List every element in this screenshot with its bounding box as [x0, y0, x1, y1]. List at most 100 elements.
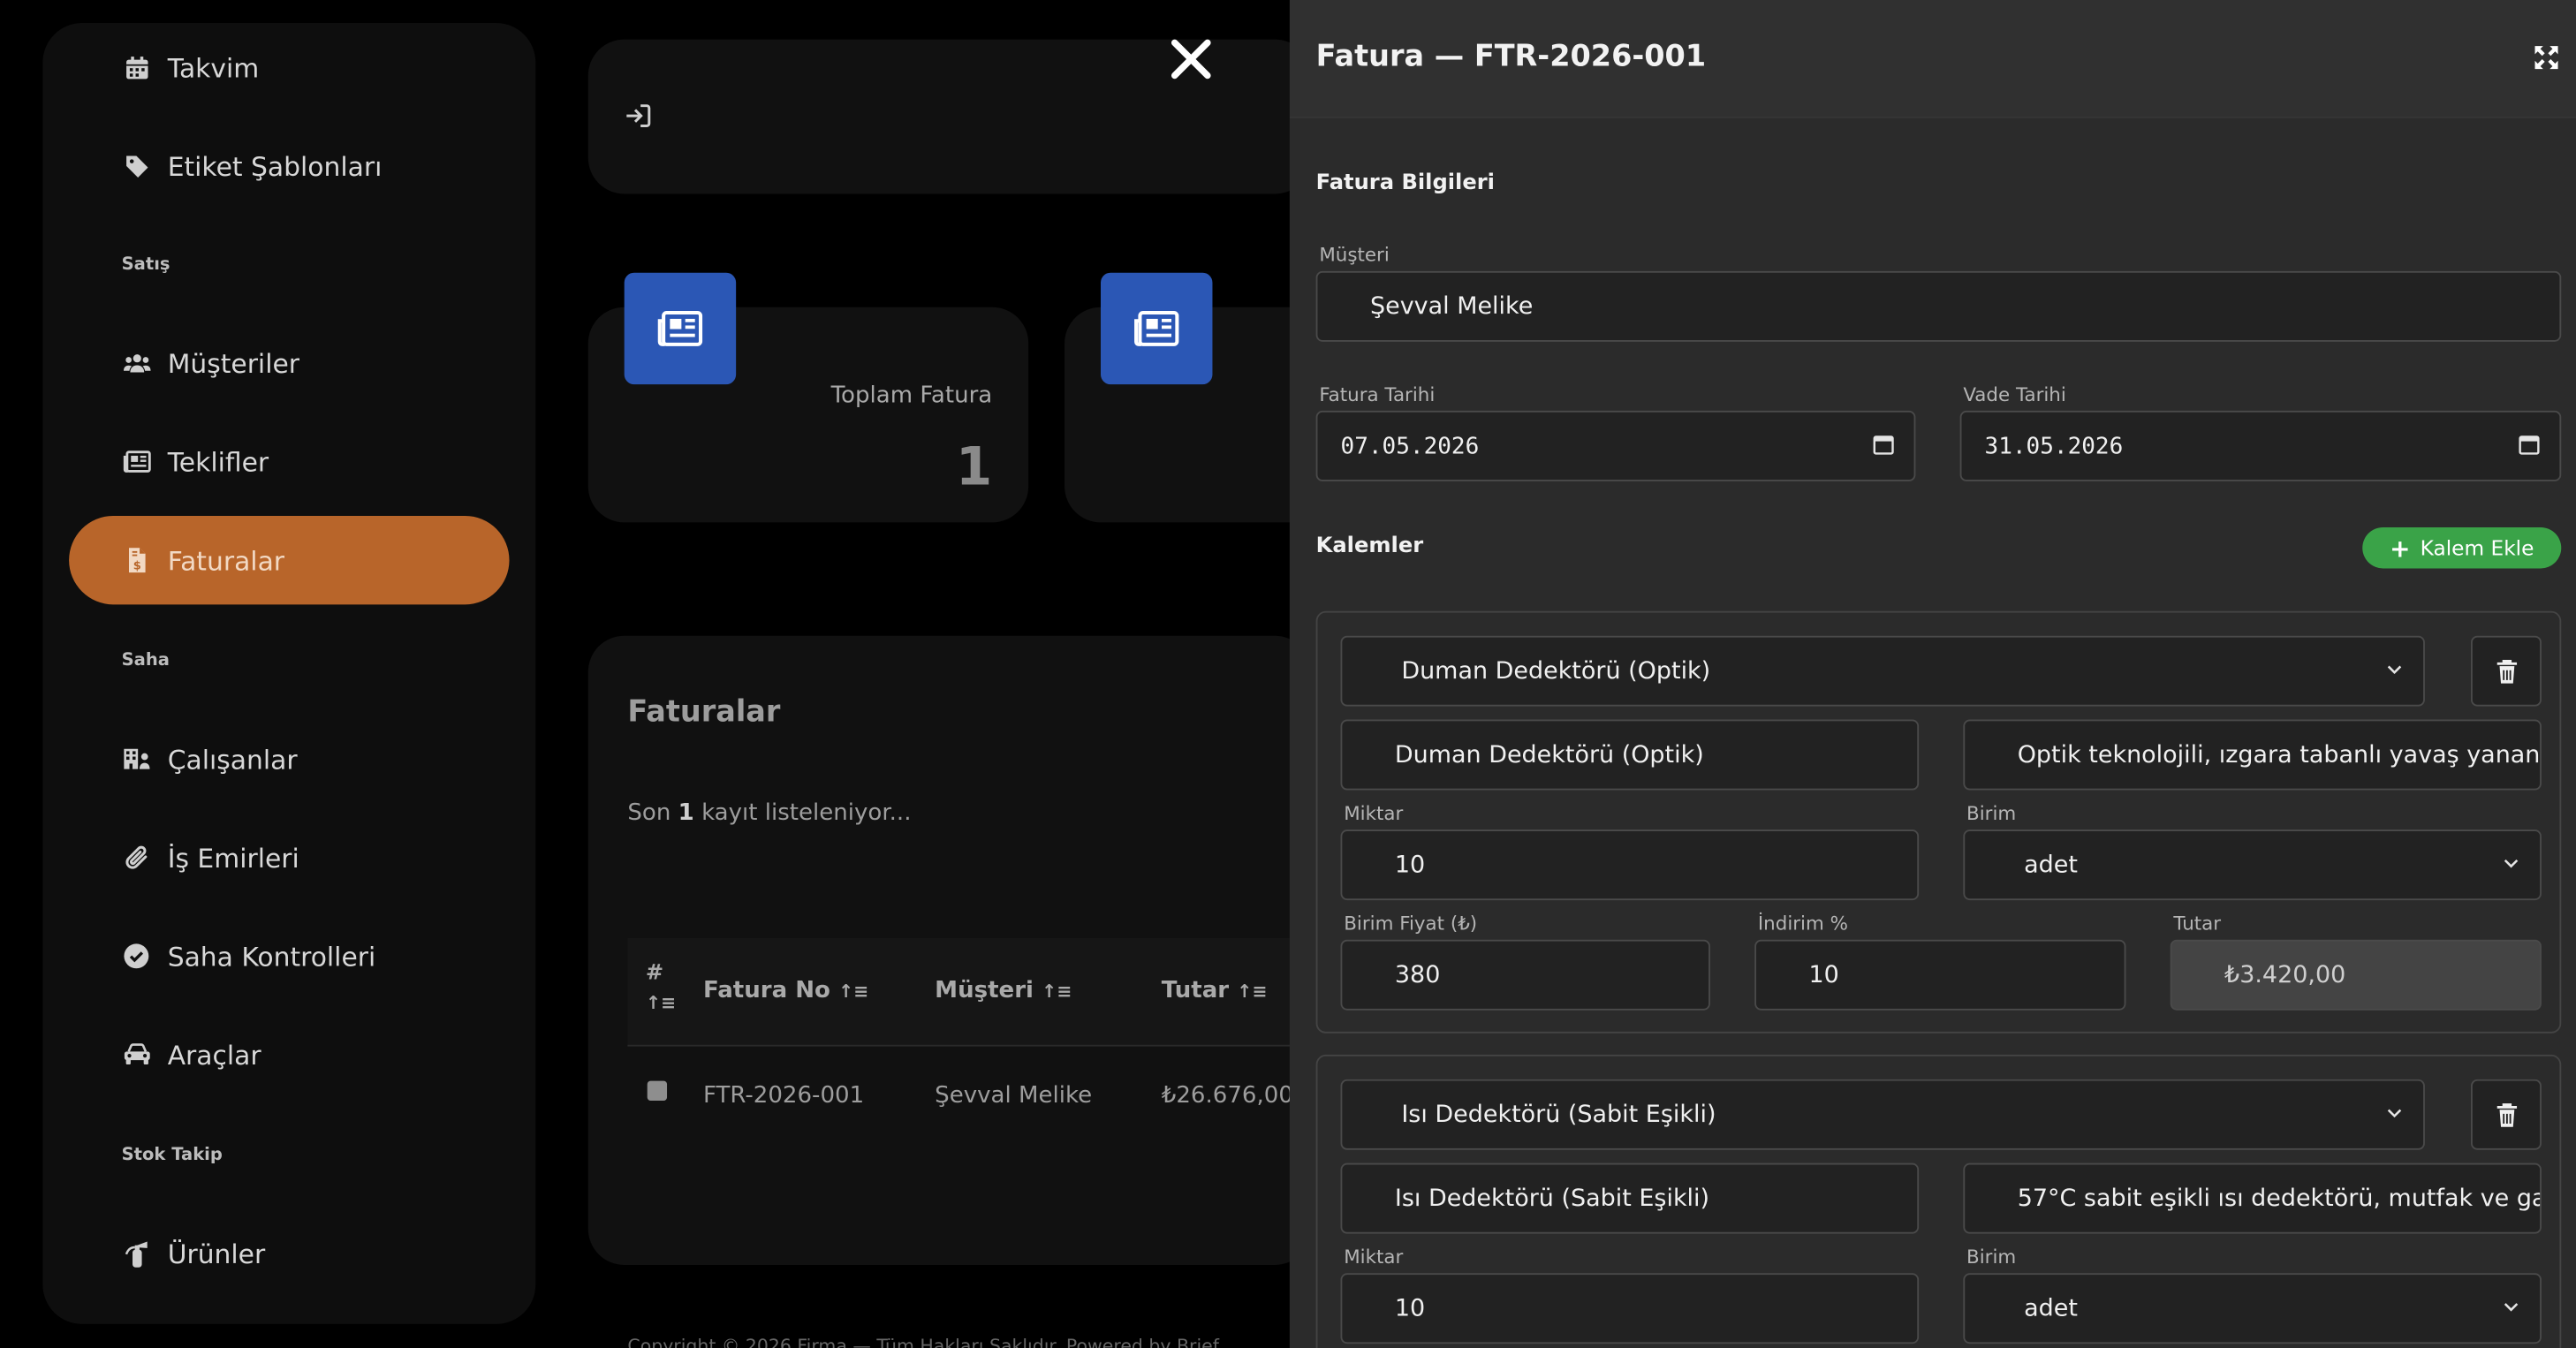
- total-field: ₺3.420,00: [2170, 939, 2542, 1011]
- delete-item-button[interactable]: [2470, 1079, 2542, 1150]
- sidebar-item-label: Faturalar: [167, 544, 285, 576]
- stat-label: Toplam Fatura: [830, 382, 993, 410]
- sidebar-item-urunler[interactable]: Ürünler: [69, 1209, 509, 1298]
- column-label: Müşteri: [935, 977, 1034, 1004]
- close-icon[interactable]: [1168, 36, 1214, 82]
- quantity-field[interactable]: 10: [1340, 1273, 1920, 1344]
- column-header-tutar[interactable]: Tutar ↑≡: [1162, 978, 1268, 1004]
- item-name-field[interactable]: Duman Dedektörü (Optik): [1340, 719, 1920, 791]
- users-icon: [122, 348, 151, 377]
- stat-badge-1: [624, 272, 737, 385]
- item-description-field[interactable]: Optik teknolojili, ızgara tabanlı yavaş …: [1963, 719, 2542, 791]
- column-label: #: [645, 960, 664, 986]
- invoice-date-label: Fatura Tarihi: [1319, 382, 1436, 406]
- sidebar-item-etiket-sablonlari[interactable]: Etiket Şablonları: [69, 122, 509, 210]
- customer-field[interactable]: Şevval Melike: [1315, 270, 2562, 342]
- drawer-title: Fatura — FTR-2026-001: [1315, 39, 1707, 74]
- column-header-musteri[interactable]: Müşteri ↑≡: [935, 978, 1072, 1004]
- chevron-down-icon: [2502, 852, 2519, 879]
- section-kalemler: Kalemler: [1315, 534, 1424, 559]
- column-label: Fatura No: [702, 977, 830, 1004]
- app-root: Takvim Etiket Şablonları Satış Müşterile…: [0, 0, 2576, 1348]
- sidebar-item-label: Takvim: [167, 51, 260, 83]
- sidebar-item-is-emirleri[interactable]: İş Emirleri: [69, 814, 509, 902]
- add-item-label: Kalem Ekle: [2420, 535, 2534, 561]
- column-header-index[interactable]: # ↑≡: [646, 959, 676, 1019]
- row-invoice-no[interactable]: FTR-2026-001: [703, 1083, 864, 1109]
- quantity-label: Miktar: [1344, 1245, 1404, 1268]
- discount-label: İndirim %: [1757, 912, 1848, 935]
- expand-icon[interactable]: [2534, 44, 2560, 77]
- sidebar-section-satis: Satış: [121, 254, 170, 275]
- quantity-label: Miktar: [1344, 801, 1404, 825]
- row-amount: ₺26.676,00: [1161, 1082, 1293, 1109]
- unit-label: Birim: [1966, 801, 2017, 825]
- product-select-value: Duman Dedektörü (Optik): [1401, 657, 1711, 685]
- unit-price-label: Birim Fiyat (₺): [1344, 912, 1478, 935]
- product-select[interactable]: Isı Dedektörü (Sabit Eşikli): [1340, 1079, 2425, 1150]
- newspaper-icon: [122, 447, 151, 476]
- section-fatura-bilgileri: Fatura Bilgileri: [1315, 170, 1495, 196]
- car-icon: [122, 1040, 151, 1069]
- calendar-icon: [122, 53, 151, 82]
- invoice-date-value: 07.05.2026: [1340, 433, 1480, 459]
- line-item-card: Isı Dedektörü (Sabit Eşikli) Isı Dedektö…: [1315, 1054, 2562, 1348]
- sidebar-item-label: Ürünler: [167, 1238, 266, 1269]
- sidebar-item-label: İş Emirleri: [167, 842, 299, 874]
- item-name-field[interactable]: Isı Dedektörü (Sabit Eşikli): [1340, 1162, 1920, 1234]
- plus-icon: +: [2390, 533, 2411, 563]
- footer-copyright: Copyright © 2026 Firma — Tüm Hakları Sak…: [627, 1335, 1219, 1348]
- sidebar-item-label: Müşteriler: [167, 347, 300, 379]
- sort-icon: ↑≡: [1237, 981, 1268, 1003]
- due-date-label: Vade Tarihi: [1963, 382, 2066, 406]
- sidebar-item-label: Teklifler: [167, 445, 269, 478]
- fire-extinguisher-icon: [122, 1238, 151, 1268]
- paperclip-icon: [122, 843, 151, 872]
- unit-select[interactable]: adet: [1963, 1273, 2542, 1344]
- sidebar-item-saha-kontrolleri[interactable]: Saha Kontrolleri: [69, 912, 509, 1000]
- unit-price-field[interactable]: 380: [1340, 939, 1710, 1011]
- unit-select-value: adet: [2024, 852, 2078, 879]
- total-label: Tutar: [2173, 912, 2222, 935]
- delete-item-button[interactable]: [2470, 635, 2542, 707]
- invoice-list-card: Faturalar Son 1 kayıt listeleniyor... # …: [587, 635, 1312, 1265]
- unit-select[interactable]: adet: [1963, 829, 2542, 901]
- sidebar-item-teklifler[interactable]: Teklifler: [69, 417, 509, 505]
- sidebar-item-faturalar[interactable]: $ Faturalar: [69, 515, 510, 605]
- invoice-date-field[interactable]: 07.05.2026: [1315, 410, 1916, 481]
- unit-label: Birim: [1966, 1245, 2017, 1268]
- table-header: # ↑≡ Fatura No ↑≡ Müşteri ↑≡ Tutar ↑≡: [627, 937, 1312, 1047]
- calendar-icon[interactable]: [1873, 434, 1894, 462]
- sidebar-item-label: Çalışanlar: [167, 743, 298, 775]
- sidebar-item-takvim[interactable]: Takvim: [69, 23, 509, 111]
- due-date-field[interactable]: 31.05.2026: [1959, 410, 2562, 481]
- chevron-down-icon: [2385, 659, 2403, 685]
- column-label: Tutar: [1161, 977, 1230, 1004]
- login-icon[interactable]: [625, 102, 653, 136]
- add-item-button[interactable]: + Kalem Ekle: [2362, 526, 2562, 569]
- column-header-fatura-no[interactable]: Fatura No ↑≡: [703, 978, 868, 1004]
- drawer-header: Fatura — FTR-2026-001: [1289, 0, 2576, 118]
- calendar-icon[interactable]: [2519, 434, 2540, 462]
- quantity-field[interactable]: 10: [1340, 829, 1920, 901]
- unit-select-value: adet: [2024, 1295, 2078, 1322]
- sort-icon: ↑≡: [645, 992, 677, 1014]
- sidebar-item-musteriler[interactable]: Müşteriler: [69, 319, 509, 407]
- sort-icon: ↑≡: [1042, 981, 1072, 1003]
- sidebar-section-stok-takip: Stok Takip: [121, 1145, 223, 1165]
- tag-icon: [122, 151, 151, 180]
- item-description-field[interactable]: 57°C sabit eşikli ısı dedektörü, mutfak …: [1963, 1162, 2542, 1234]
- product-select[interactable]: Duman Dedektörü (Optik): [1340, 635, 2425, 707]
- employees-icon: [122, 744, 151, 773]
- stat-badge-2: [1100, 272, 1213, 385]
- list-sub-count: 1: [678, 799, 694, 827]
- discount-field[interactable]: 10: [1754, 939, 2126, 1011]
- stat-value: 1: [955, 435, 993, 498]
- sidebar-item-calisanlar[interactable]: Çalışanlar: [69, 715, 509, 803]
- newspaper-icon: [1134, 310, 1179, 346]
- sidebar-item-araclar[interactable]: Araçlar: [69, 1011, 509, 1099]
- trash-icon: [2496, 1102, 2517, 1126]
- sidebar-item-label: Saha Kontrolleri: [167, 940, 376, 973]
- row-checkbox[interactable]: [647, 1080, 668, 1101]
- list-title: Faturalar: [627, 694, 781, 730]
